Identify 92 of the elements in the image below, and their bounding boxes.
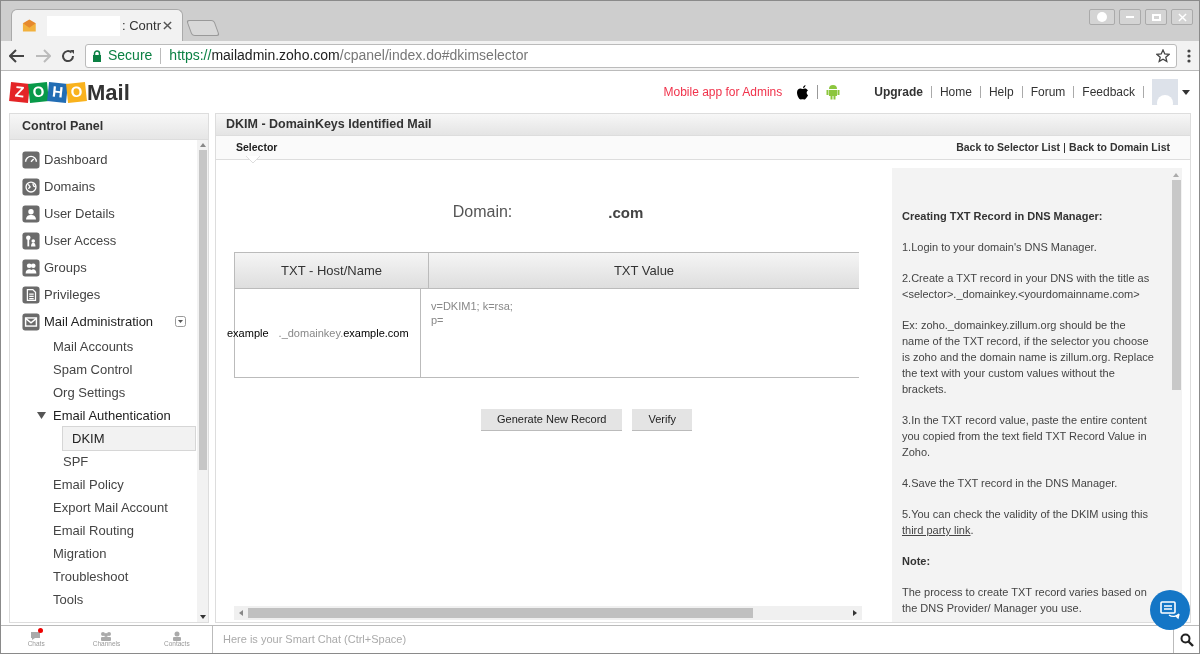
smart-chat-field[interactable]: Here is your Smart Chat (Ctrl+Space) (213, 626, 1173, 653)
column-header: TXT - Host/Name (235, 253, 429, 288)
table-cell: example ._domainkey.example.com (227, 289, 421, 377)
domain-label: Domain: (452, 202, 513, 222)
help-paragraph: 2.Create a TXT record in your DNS with the title as <selector>._domainkey.<yourdomainname.com> (902, 271, 1151, 302)
sidebar-title: Control Panel (10, 114, 208, 140)
envelope-icon (22, 18, 37, 33)
sidebar-subitem[interactable]: Email Authentication (52, 405, 172, 426)
tab-title: : Contr (121, 16, 161, 35)
sidebar-subitem[interactable]: Spam Control (52, 359, 134, 380)
zoho-mail-logo[interactable]: Z O H O Mail (10, 75, 130, 109)
sidebar-item[interactable]: Dashboard (44, 149, 108, 170)
sidebar-item[interactable]: User Access (44, 230, 117, 251)
horizontal-scrollbar[interactable] (234, 606, 862, 620)
chat-icon (1159, 600, 1181, 620)
selector-tab[interactable]: Selector (236, 139, 278, 156)
browser-tab[interactable]: : Contr (11, 9, 183, 41)
url-text: https://mailadmin.zoho.com/cpanel/index.do#dkimselector (169, 46, 529, 65)
help-paragraph: Ex: zoho._domainkey.zillum.org should be the name of the TXT record, if the selector you choose is zoho and the domain name is zillum.org. Replace the text with your custom values without the brackets. (902, 318, 1155, 397)
apple-icon[interactable] (796, 84, 810, 100)
help-heading: Creating TXT Record in DNS Manager: (902, 209, 1104, 224)
left-arrow-icon[interactable] (238, 610, 244, 616)
sidebar-subitem[interactable]: Org Settings (52, 382, 127, 403)
chat-bubble-button[interactable] (1150, 590, 1190, 630)
up-arrow-icon[interactable] (199, 142, 206, 148)
address-bar[interactable]: Secure https://mailadmin.zoho.com/cpanel/index.do#dkimselector (85, 43, 1177, 68)
user-icon (22, 204, 40, 223)
down-arrow-icon[interactable] (199, 614, 206, 620)
chat-bubbles-icon (30, 631, 43, 642)
secure-label: Secure (108, 46, 153, 65)
person-icon (170, 631, 183, 642)
back-arrow-icon[interactable] (9, 48, 25, 63)
help-paragraph: 3.In the TXT record value, paste the entire content you copied from the text field TXT Record Value in Zoho. (902, 413, 1148, 460)
verify-button[interactable]: Verify (632, 409, 692, 431)
column-header: TXT Value (612, 261, 676, 280)
close-icon[interactable] (163, 21, 172, 30)
help-scrollbar[interactable] (1171, 180, 1181, 390)
sidebar-subitem[interactable]: Mail Accounts (52, 336, 135, 357)
domain-value: .com (608, 202, 644, 223)
sidebar-subitem[interactable]: Migration (52, 543, 108, 564)
people-icon (100, 631, 113, 642)
lock-icon (92, 49, 102, 62)
star-icon[interactable] (1156, 48, 1170, 63)
header-link[interactable]: Help (988, 83, 1014, 101)
back-link[interactable]: Back to Domain List (1069, 139, 1170, 156)
header-link[interactable]: Forum (1030, 83, 1066, 101)
sidebar-subitem[interactable]: Troubleshoot (52, 566, 130, 587)
txt-value-field[interactable]: v=DKIM1; k=rsa; p= (421, 289, 859, 377)
dropdown-toggle-icon[interactable] (175, 316, 187, 327)
help-paragraph: 5.You can check the validity of the DKIM using this third party link. (902, 507, 1149, 538)
globe-icon (22, 177, 40, 196)
sidebar-subitem[interactable]: Tools (52, 589, 85, 610)
menu-icon[interactable] (1187, 48, 1191, 63)
header-link[interactable]: Feedback (1082, 83, 1135, 101)
key-icon (22, 231, 40, 250)
sidebar-subitem[interactable]: SPF (62, 451, 90, 472)
mail-icon (22, 312, 40, 331)
help-paragraph: 1.Login to your domain's DNS Manager. (902, 240, 1098, 255)
up-arrow-icon[interactable] (1173, 172, 1179, 178)
group-icon (22, 258, 40, 277)
gauge-icon (22, 150, 40, 169)
doc-icon (22, 285, 40, 304)
profile-icon[interactable] (1089, 9, 1115, 25)
search-icon[interactable] (1179, 632, 1194, 647)
sidebar-item[interactable]: Groups (44, 257, 87, 278)
header-link[interactable]: Upgrade (874, 83, 923, 101)
maximize-icon[interactable] (1145, 9, 1167, 25)
help-paragraph: The process to create TXT record varies based on the DNS Provider/ Manager you use. (902, 585, 1148, 616)
sidebar-item[interactable]: Mail Administration (44, 311, 154, 332)
sidebar-subitem[interactable]: Email Policy (52, 474, 125, 495)
sidebar-item[interactable]: Privileges (44, 284, 101, 305)
panel-title: DKIM - DomainKeys Identified Mail (216, 114, 1190, 136)
reload-icon[interactable] (61, 48, 75, 63)
help-paragraph: 4.Save the TXT record in the DNS Manager. (902, 476, 1119, 491)
sidebar-item[interactable]: Domains (44, 176, 96, 197)
generate-record-button[interactable]: Generate New Record (481, 409, 623, 431)
minimize-icon[interactable] (1119, 9, 1141, 25)
header-link[interactable]: Home (939, 83, 972, 101)
sidebar-subitem[interactable]: Email Routing (52, 520, 135, 541)
sidebar-item[interactable]: User Details (44, 203, 115, 224)
caret-icon[interactable] (1182, 89, 1190, 95)
back-link[interactable]: Back to Selector List (956, 139, 1061, 156)
right-arrow-icon[interactable] (852, 610, 858, 616)
sidebar-subitem[interactable]: DKIM (62, 425, 196, 452)
help-heading: Note: (902, 554, 932, 569)
android-icon[interactable] (826, 84, 841, 100)
collapse-caret-icon[interactable] (37, 412, 46, 419)
sidebar-subitem[interactable]: Export Mail Account (52, 497, 169, 518)
forward-arrow-icon[interactable] (35, 48, 51, 63)
new-tab-button[interactable] (186, 20, 220, 36)
vertical-scrollbar[interactable] (197, 140, 208, 622)
mobile-app-link[interactable]: Mobile app for Admins (663, 83, 783, 101)
